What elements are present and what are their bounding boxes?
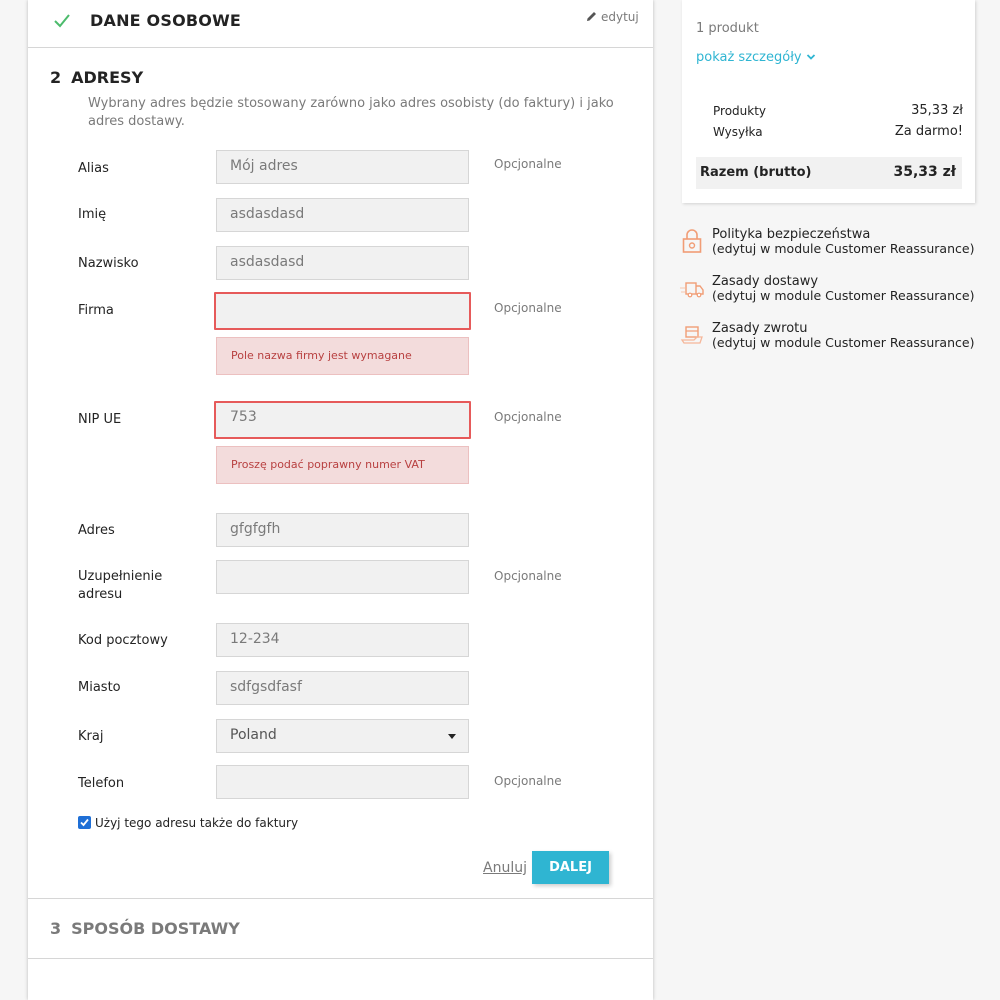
step-number: 2	[50, 68, 62, 87]
postcode-label: Kod pocztowy	[78, 633, 168, 648]
step-personal-title: DANE OSOBOWE	[90, 11, 242, 30]
step-personal-info[interactable]: DANE OSOBOWE edytuj	[28, 0, 653, 48]
divider	[28, 958, 653, 959]
address-label: Adres	[78, 523, 115, 538]
company-error: Pole nazwa firmy jest wymagane	[216, 337, 469, 375]
lastname-value: asdasdasd	[230, 254, 305, 270]
summary-shipping-line: Wysyłka Za darmo!	[713, 124, 963, 139]
city-input[interactable]: sdfgsdfasf	[216, 671, 469, 705]
address2-label: Uzupełnienie adresu	[78, 568, 162, 604]
divider	[28, 898, 653, 899]
step-number: 3	[50, 919, 62, 938]
vat-value: 753	[230, 409, 257, 425]
alias-label: Alias	[78, 161, 109, 176]
country-value: Poland	[230, 727, 277, 743]
vat-label: NIP UE	[78, 412, 122, 427]
lastname-input[interactable]: asdasdasd	[216, 246, 469, 280]
cart-product-count: 1 produkt	[696, 21, 759, 36]
alias-optional: Opcjonalne	[494, 157, 562, 171]
chevron-down-icon	[806, 54, 815, 60]
return-package-icon	[680, 326, 703, 344]
pencil-icon	[587, 12, 596, 21]
checkout-steps-panel: DANE OSOBOWE edytuj 2 ADRESY Wybrany adre…	[28, 0, 653, 1000]
city-label: Miasto	[78, 680, 121, 695]
reassurance-title: Zasady dostawy	[712, 274, 819, 289]
shipping-label: Wysyłka	[713, 125, 763, 139]
postcode-value: 12-234	[230, 631, 280, 647]
alias-input[interactable]: Mój adres	[216, 150, 469, 184]
address2-input[interactable]	[216, 560, 469, 594]
cart-summary: 1 produkt pokaż szczegóły Produkty 35,33…	[682, 0, 975, 203]
country-label: Kraj	[78, 729, 104, 744]
address2-optional: Opcjonalne	[494, 569, 562, 583]
reassurance-note: (edytuj w module Customer Reassurance)	[712, 335, 975, 350]
reassurance-note: (edytuj w module Customer Reassurance)	[712, 241, 975, 256]
company-label: Firma	[78, 303, 114, 318]
checkbox-checked-icon	[78, 816, 91, 829]
address-input[interactable]: gfgfgfh	[216, 513, 469, 547]
use-for-invoice-label: Użyj tego adresu także do faktury	[95, 816, 299, 830]
addresses-description: Wybrany adres będzie stosowany zarówno j…	[88, 96, 614, 129]
shipping-value: Za darmo!	[894, 124, 963, 139]
firstname-input[interactable]: asdasdasd	[216, 198, 469, 232]
products-value: 35,33 zł	[911, 103, 963, 118]
reassurance-title: Polityka bezpieczeństwa	[712, 227, 871, 242]
cancel-link[interactable]: Anuluj	[483, 860, 527, 876]
phone-label: Telefon	[78, 776, 125, 791]
phone-input[interactable]	[216, 765, 469, 799]
vat-optional: Opcjonalne	[494, 410, 562, 424]
edit-personal-link[interactable]: edytuj	[586, 10, 639, 24]
alias-placeholder: Mój adres	[230, 158, 298, 174]
step-title: ADRESY	[71, 68, 144, 87]
vat-error: Proszę podać poprawny numer VAT	[216, 446, 469, 484]
country-select[interactable]: Poland	[216, 719, 469, 753]
reassurance-title: Zasady zwrotu	[712, 321, 808, 336]
address-value: gfgfgfh	[230, 521, 281, 537]
show-details-label: pokaż szczegóły	[696, 50, 802, 65]
total-value: 35,33 zł	[893, 164, 956, 180]
check-icon	[54, 14, 70, 28]
step-addresses-title: 2 ADRESY	[50, 68, 143, 87]
company-input[interactable]	[214, 292, 471, 330]
products-label: Produkty	[713, 104, 767, 118]
step-shipping-title[interactable]: 3 SPOSÓB DOSTAWY	[50, 919, 240, 938]
phone-optional: Opcjonalne	[494, 774, 562, 788]
next-button[interactable]: DALEJ	[532, 851, 609, 884]
firstname-value: asdasdasd	[230, 206, 305, 222]
company-optional: Opcjonalne	[494, 301, 562, 315]
use-for-invoice-checkbox[interactable]: Użyj tego adresu także do faktury	[78, 816, 298, 830]
postcode-input[interactable]: 12-234	[216, 623, 469, 657]
vat-input[interactable]: 753	[214, 401, 471, 439]
lastname-label: Nazwisko	[78, 256, 139, 271]
summary-products-line: Produkty 35,33 zł	[713, 103, 963, 118]
edit-label: edytuj	[601, 10, 639, 24]
city-value: sdfgsdfasf	[230, 679, 302, 695]
reassurance-note: (edytuj w module Customer Reassurance)	[712, 288, 975, 303]
security-lock-icon	[682, 229, 702, 253]
total-label: Razem (brutto)	[700, 165, 812, 180]
show-details-link[interactable]: pokaż szczegóły	[696, 50, 816, 65]
step-title: SPOSÓB DOSTAWY	[71, 919, 240, 938]
address2-label-line1: Uzupełnienie	[78, 569, 163, 584]
summary-total: Razem (brutto) 35,33 zł	[696, 157, 962, 189]
caret-down-icon	[448, 734, 456, 739]
delivery-truck-icon	[680, 282, 704, 298]
address2-label-line2: adresu	[78, 587, 123, 602]
firstname-label: Imię	[78, 207, 107, 222]
